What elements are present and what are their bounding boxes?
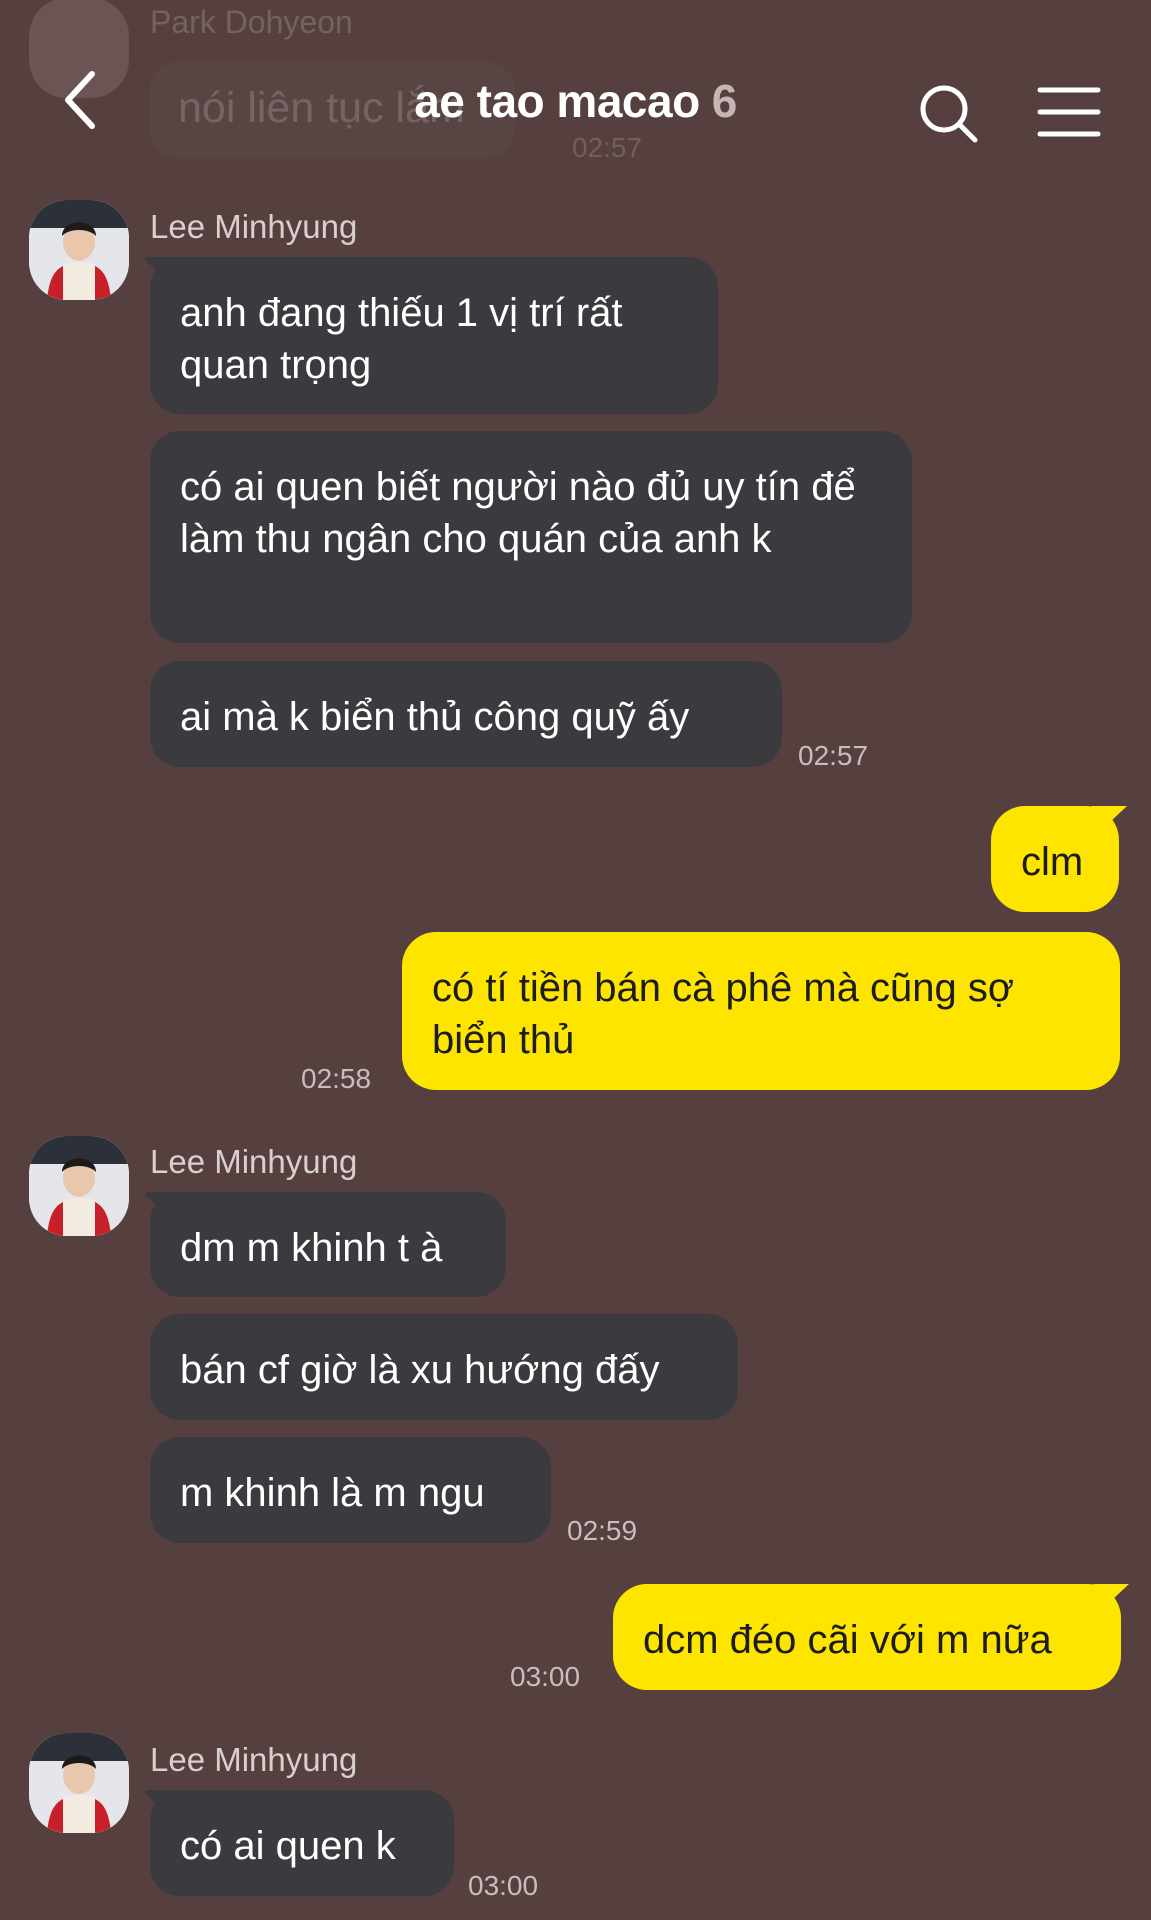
message-bubble[interactable]: có ai quen biết người nào đủ uy tín để l… <box>150 431 912 643</box>
message-text: anh đang thiếu 1 vị trí rất quan trọng <box>180 291 623 387</box>
message-bubble[interactable]: m khinh là m ngu <box>150 1437 551 1543</box>
message-text: dcm đéo cãi với m nữa <box>643 1618 1052 1662</box>
message-bubble[interactable]: anh đang thiếu 1 vị trí rất quan trọng <box>150 257 718 414</box>
message-time: 02:59 <box>567 1515 638 1546</box>
avatar-image <box>29 1136 129 1236</box>
message-text: có ai quen biết người nào đủ uy tín để l… <box>180 465 856 561</box>
member-count: 6 <box>711 75 738 127</box>
sender-name: Lee Minhyung <box>150 1741 358 1778</box>
avatar-image <box>29 200 129 300</box>
message-text: ai mà k biển thủ công quỹ ấy <box>180 695 690 739</box>
message-text: m khinh là m ngu <box>180 1471 485 1515</box>
message-text: có ai quen k <box>180 1824 396 1868</box>
message-time: 02:57 <box>798 740 869 771</box>
avatar[interactable] <box>29 1733 129 1833</box>
message-bubble-outgoing[interactable]: có tí tiền bán cà phê mà cũng sợ biển th… <box>402 932 1120 1090</box>
hamburger-menu-icon <box>1037 87 1101 137</box>
chat-screen: Park Dohyeon nói liên tục lắm 02:57 ae t… <box>0 0 1151 1920</box>
message-text: clm <box>1021 840 1084 884</box>
menu-button[interactable] <box>1030 82 1110 146</box>
message-text: bán cf giờ là xu hướng đấy <box>180 1348 660 1392</box>
message-bubble-outgoing[interactable]: dcm đéo cãi với m nữa <box>613 1584 1121 1690</box>
sender-name: Lee Minhyung <box>150 1143 358 1180</box>
message-time: 02:58 <box>301 1063 372 1094</box>
message-bubble-outgoing[interactable]: clm <box>991 806 1119 912</box>
avatar[interactable] <box>29 1136 129 1236</box>
message-bubble[interactable]: dm m khinh t à <box>150 1192 506 1297</box>
sender-name: Park Dohyeon <box>150 4 353 40</box>
search-icon <box>920 85 978 143</box>
message-text: dm m khinh t à <box>180 1226 443 1270</box>
search-button[interactable] <box>915 80 985 150</box>
chat-room-name: ae tao macao <box>414 75 700 127</box>
message-text: có tí tiền bán cà phê mà cũng sợ biển th… <box>432 966 1015 1062</box>
sender-name: Lee Minhyung <box>150 208 358 245</box>
avatar-image <box>29 1733 129 1833</box>
message-time: 03:00 <box>468 1870 539 1901</box>
message-bubble[interactable]: có ai quen k <box>150 1790 454 1896</box>
avatar[interactable] <box>29 200 129 300</box>
message-bubble[interactable]: ai mà k biển thủ công quỹ ấy <box>150 661 782 767</box>
message-time: 03:00 <box>510 1661 581 1692</box>
message-bubble[interactable]: bán cf giờ là xu hướng đấy <box>150 1314 738 1420</box>
chat-header: ae tao macao 6 <box>0 40 1151 160</box>
